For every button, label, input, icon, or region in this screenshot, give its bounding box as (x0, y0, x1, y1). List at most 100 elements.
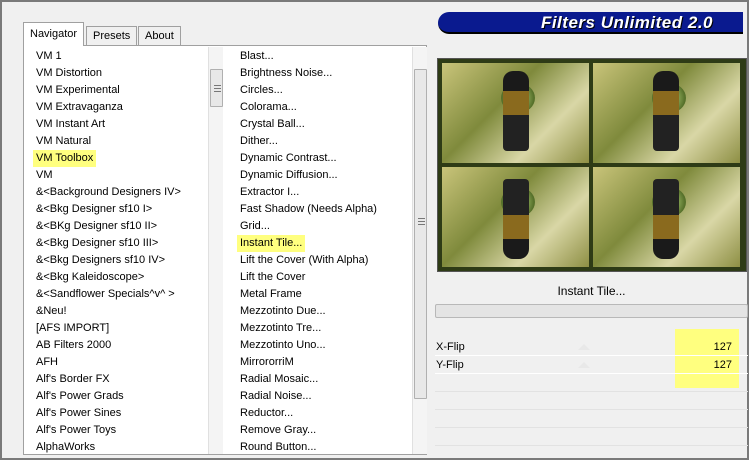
filter-item-label: Reductor... (240, 407, 294, 419)
filter-item[interactable]: Extractor I... (234, 184, 412, 201)
category-item-label: AFH (36, 356, 58, 368)
filter-item[interactable]: Metal Frame (234, 286, 412, 303)
filter-item[interactable]: Dynamic Contrast... (234, 150, 412, 167)
filter-item[interactable]: Brightness Noise... (234, 65, 412, 82)
category-list[interactable]: VM 1 VM Distortion VM Experimental VM Extra… (30, 48, 206, 454)
preview-tile (442, 167, 589, 267)
filter-item[interactable]: Dynamic Diffusion... (234, 167, 412, 184)
category-item[interactable]: VM Instant Art (30, 116, 206, 133)
category-item-label: Alf's Power Toys (36, 424, 117, 436)
category-item[interactable]: &<Bkg Kaleidoscope> (30, 269, 206, 286)
filter-item-label: Lift the Cover (With Alpha) (240, 254, 369, 266)
filter-list[interactable]: Blast... Brightness Noise... Circles... Col… (234, 48, 412, 454)
category-item[interactable]: VM 1 (30, 48, 206, 65)
tab-presets[interactable]: Presets (86, 26, 138, 45)
category-item[interactable]: VM Extravaganza (30, 99, 206, 116)
filter-item-label: Radial Noise... (240, 390, 312, 402)
y-flip-label: Y-Flip (436, 359, 464, 371)
category-item[interactable]: AlphaWorks (30, 439, 206, 454)
preview-tile (593, 63, 740, 163)
filter-item[interactable]: Dither... (234, 133, 412, 150)
category-item-label: VM 1 (36, 50, 62, 62)
category-item[interactable]: &<Sandflower Specials^v^ > (30, 286, 206, 303)
filter-item[interactable]: Instant Tile... (234, 235, 412, 252)
filter-item-label: Brightness Noise... (240, 67, 333, 79)
empty-slot-divider (435, 445, 748, 446)
category-scroll-thumb[interactable] (210, 69, 223, 107)
filter-item[interactable]: Reductor... (234, 405, 412, 422)
empty-slot-divider (435, 409, 748, 410)
y-flip-slider[interactable]: Y-Flip 127 (435, 356, 748, 374)
category-item-label: &<Sandflower Specials^v^ > (36, 288, 175, 300)
title-banner: Filters Unlimited 2.0 (438, 12, 743, 34)
slider-handle[interactable] (578, 362, 590, 368)
filter-item[interactable]: Grid... (234, 218, 412, 235)
tab-navigator[interactable]: Navigator (23, 22, 85, 46)
filter-item-label: Colorama... (240, 101, 297, 113)
category-item-label: VM Natural (36, 135, 92, 147)
category-item[interactable]: &<Bkg Designer sf10 I> (30, 201, 206, 218)
parameter-sliders: X-Flip 127 Y-Flip 127 (435, 338, 748, 374)
filter-item[interactable]: Fast Shadow (Needs Alpha) (234, 201, 412, 218)
category-item[interactable]: VM Distortion (30, 65, 206, 82)
category-item[interactable]: VM Natural (30, 133, 206, 150)
category-item[interactable]: VM Toolbox (30, 150, 206, 167)
preview-image (437, 58, 747, 272)
category-scrollbar[interactable] (208, 47, 223, 454)
filter-item-label: Mezzotinto Uno... (240, 339, 326, 351)
filter-item-label: Radial Mosaic... (240, 373, 319, 385)
preview-tile (442, 63, 589, 163)
slider-handle[interactable] (578, 344, 590, 350)
category-item[interactable]: VM Experimental (30, 82, 206, 99)
category-item[interactable]: &Neu! (30, 303, 206, 320)
filter-item[interactable]: Blast... (234, 48, 412, 65)
category-item-label: &<Bkg Designer sf10 I> (36, 203, 153, 215)
category-item[interactable]: &<Bkg Designers sf10 IV> (30, 252, 206, 269)
filter-item-label: Mezzotinto Tre... (240, 322, 322, 334)
filter-item-label: Dither... (240, 135, 278, 147)
filter-item[interactable]: Mezzotinto Uno... (234, 337, 412, 354)
app-title: Filters Unlimited 2.0 (540, 13, 713, 32)
progress-bar (435, 304, 748, 318)
filter-item[interactable]: Crystal Ball... (234, 116, 412, 133)
empty-slot-divider (435, 427, 748, 428)
filter-item-label: Fast Shadow (Needs Alpha) (240, 203, 377, 215)
filter-item[interactable]: MirrororriM (234, 354, 412, 371)
category-item-label: Alf's Power Sines (36, 407, 122, 419)
filter-item[interactable]: Circles... (234, 82, 412, 99)
category-item-label: VM Distortion (36, 67, 103, 79)
category-item-label: &<Bkg Designer sf10 III> (36, 237, 159, 249)
category-item[interactable]: &<Background Designers IV> (30, 184, 206, 201)
filter-name-label: Instant Tile... (557, 284, 626, 298)
category-item[interactable]: VM (30, 167, 206, 184)
category-item[interactable]: Alf's Power Toys (30, 422, 206, 439)
category-item[interactable]: Alf's Power Grads (30, 388, 206, 405)
filter-item[interactable]: Round Button... (234, 439, 412, 454)
x-flip-value: 127 (713, 341, 732, 353)
filter-item-label: Blast... (240, 50, 274, 62)
category-item[interactable]: &<BKg Designer sf10 II> (30, 218, 206, 235)
category-item[interactable]: &<Bkg Designer sf10 III> (30, 235, 206, 252)
x-flip-slider[interactable]: X-Flip 127 (435, 338, 748, 356)
filter-item[interactable]: Lift the Cover (With Alpha) (234, 252, 412, 269)
category-item[interactable]: Alf's Border FX (30, 371, 206, 388)
category-item-label: &<Bkg Designers sf10 IV> (36, 254, 166, 266)
category-item[interactable]: Alf's Power Sines (30, 405, 206, 422)
filter-item[interactable]: Radial Noise... (234, 388, 412, 405)
category-item[interactable]: AFH (30, 354, 206, 371)
filter-item-label: Dynamic Diffusion... (240, 169, 338, 181)
filter-scroll-thumb[interactable] (414, 69, 427, 399)
tab-about[interactable]: About (138, 26, 181, 45)
filter-item[interactable]: Radial Mosaic... (234, 371, 412, 388)
category-item[interactable]: [AFS IMPORT] (30, 320, 206, 337)
category-item[interactable]: AB Filters 2000 (30, 337, 206, 354)
filter-item[interactable]: Mezzotinto Due... (234, 303, 412, 320)
filter-item[interactable]: Lift the Cover (234, 269, 412, 286)
filter-item-label: Lift the Cover (240, 271, 306, 283)
category-item-label: AB Filters 2000 (36, 339, 112, 351)
filter-item[interactable]: Mezzotinto Tre... (234, 320, 412, 337)
filter-item[interactable]: Colorama... (234, 99, 412, 116)
filter-scrollbar[interactable] (412, 47, 427, 454)
filter-item[interactable]: Remove Gray... (234, 422, 412, 439)
filters-unlimited-window: Filters Unlimited 2.0 Navigator Presets … (0, 0, 749, 460)
